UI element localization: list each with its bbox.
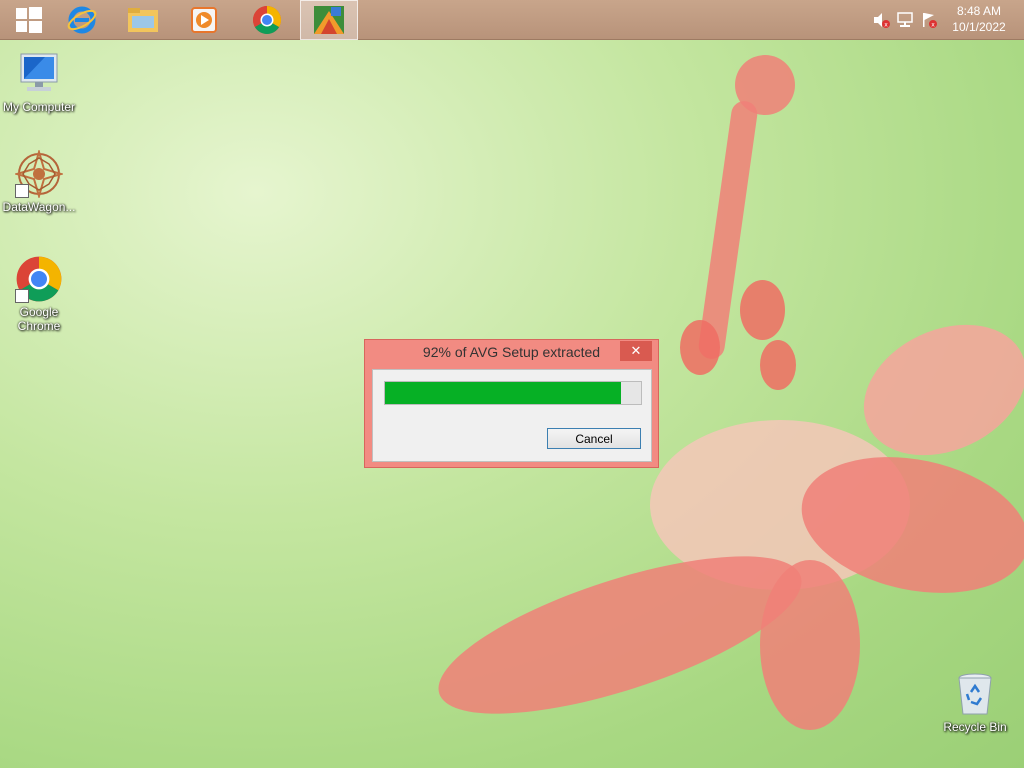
dialog-title: 92% of AVG Setup extracted (422, 344, 601, 360)
taskbar: x x 8:48 AM 10/1/2022 (0, 0, 1024, 40)
extract-progress-bar (384, 381, 642, 405)
desktop-icon-label: Recycle Bin (943, 720, 1007, 734)
taskbar-media-player[interactable] (175, 0, 233, 40)
cancel-button[interactable]: Cancel (547, 428, 641, 449)
desktop-icon-label: DataWagon... (2, 200, 76, 214)
windows-start-icon (16, 7, 42, 33)
close-icon: ✕ (630, 343, 642, 359)
system-tray: x x (872, 0, 938, 40)
desktop-icon-label: Google Chrome (17, 305, 61, 333)
dialog-body: Cancel (372, 369, 652, 462)
avg-extract-dialog: 92% of AVG Setup extracted ✕ Cancel (364, 339, 659, 468)
svg-text:x: x (931, 22, 935, 29)
taskbar-internet-explorer[interactable] (53, 0, 111, 40)
start-button[interactable] (0, 0, 58, 40)
close-button[interactable]: ✕ (620, 341, 652, 361)
clock-date: 10/1/2022 (952, 20, 1006, 34)
clock-time: 8:48 AM (956, 4, 1002, 18)
file-explorer-icon (128, 8, 158, 32)
avg-setup-icon (314, 6, 344, 34)
desktop-icon-recycle-bin[interactable]: Recycle Bin (937, 670, 1013, 734)
volume-muted-icon[interactable]: x (872, 11, 890, 29)
taskbar-clock[interactable]: 8:48 AM 10/1/2022 (944, 3, 1014, 35)
taskbar-file-explorer[interactable] (114, 0, 172, 40)
shortcut-arrow-icon (15, 184, 29, 198)
desktop-icon-datawagon[interactable]: DataWagon... (1, 148, 77, 214)
media-player-icon (191, 7, 217, 33)
svg-text:x: x (884, 22, 888, 29)
desktop-icon-my-computer[interactable]: My Computer (1, 50, 77, 114)
internet-explorer-icon (67, 6, 97, 34)
action-center-flag-icon[interactable]: x (920, 11, 938, 29)
shortcut-arrow-icon (15, 289, 29, 303)
network-icon[interactable] (896, 11, 914, 29)
computer-icon (20, 53, 58, 91)
taskbar-avg-setup[interactable] (300, 0, 358, 40)
desktop-icon-label: My Computer (2, 100, 76, 114)
chrome-icon (253, 6, 281, 34)
recycle-bin-icon (958, 673, 992, 715)
desktop-icon-google-chrome[interactable]: Google Chrome (1, 255, 77, 333)
progress-fill (385, 382, 621, 404)
taskbar-chrome[interactable] (238, 0, 296, 40)
